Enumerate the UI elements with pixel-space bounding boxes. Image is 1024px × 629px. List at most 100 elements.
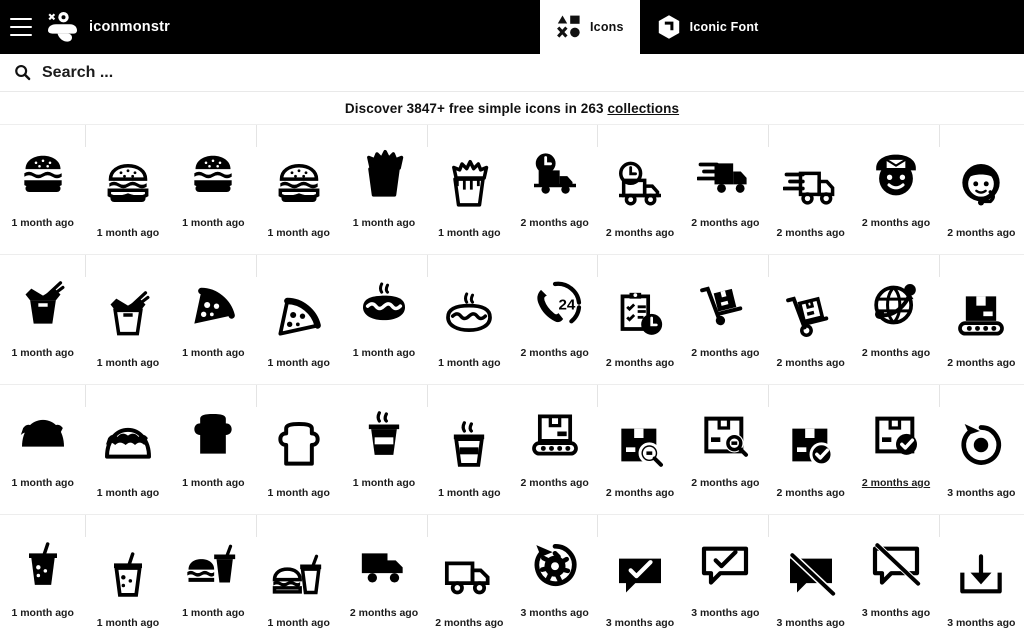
icon-date-label[interactable]: 2 months ago <box>691 477 759 489</box>
icon-cell[interactable]: 3 months ago <box>938 515 1024 629</box>
icon-cell[interactable]: 1 month ago <box>0 125 86 255</box>
tab-iconic-font[interactable]: Iconic Font <box>640 0 775 54</box>
icon-date-label[interactable]: 1 month ago <box>97 227 159 239</box>
icon-date-label[interactable]: 2 months ago <box>606 487 674 499</box>
icon-date-label[interactable]: 2 months ago <box>521 477 589 489</box>
icon-cell[interactable]: 1 month ago <box>170 385 256 515</box>
icon-date-label[interactable]: 3 months ago <box>606 617 674 629</box>
tab-icons[interactable]: Icons <box>540 0 640 54</box>
icon-date-label[interactable]: 2 months ago <box>606 357 674 369</box>
icon-date-label[interactable]: 3 months ago <box>947 617 1015 629</box>
icon-cell[interactable]: 2 months ago <box>597 255 683 385</box>
icon-date-label[interactable]: 1 month ago <box>353 477 415 489</box>
icon-date-label[interactable]: 2 months ago <box>777 487 845 499</box>
icon-cell[interactable]: 1 month ago <box>85 385 171 515</box>
icon-cell[interactable]: 2 months ago <box>853 255 939 385</box>
icon-cell[interactable]: 1 month ago <box>0 255 86 385</box>
icon-cell[interactable]: 2 months ago <box>426 515 512 629</box>
icon-cell[interactable]: 2 months ago <box>938 125 1024 255</box>
icon-date-label[interactable]: 2 months ago <box>691 217 759 229</box>
icon-date-label[interactable]: 3 months ago <box>521 607 589 619</box>
icon-cell[interactable]: 1 month ago <box>341 385 427 515</box>
icon-cell[interactable]: 1 month ago <box>85 515 170 629</box>
icon-date-label[interactable]: 3 months ago <box>862 607 930 619</box>
icon-cell[interactable]: 2 months ago <box>682 255 768 385</box>
icon-cell[interactable]: 1 month ago <box>256 385 342 515</box>
icon-date-label[interactable]: 1 month ago <box>11 217 73 229</box>
icon-date-label[interactable]: 1 month ago <box>182 607 244 619</box>
icon-cell[interactable]: 1 month ago <box>85 255 171 385</box>
icon-date-label[interactable]: 2 months ago <box>947 357 1015 369</box>
icon-date-label[interactable]: 1 month ago <box>97 617 159 629</box>
icon-cell[interactable]: 1 month ago <box>85 125 171 255</box>
icon-cell[interactable]: 1 month ago <box>171 515 256 629</box>
collections-link[interactable]: collections <box>607 101 679 116</box>
icon-cell[interactable]: 1 month ago <box>256 255 342 385</box>
search-input[interactable] <box>42 63 462 82</box>
icon-date-label[interactable]: 2 months ago <box>777 227 845 239</box>
icon-date-label[interactable]: 2 months ago <box>862 217 930 229</box>
icon-date-label[interactable]: 2 months ago <box>521 347 589 359</box>
icon-date-label[interactable]: 2 months ago <box>350 607 418 619</box>
hamburger-menu-icon[interactable] <box>10 18 32 36</box>
icon-cell[interactable]: 2 months ago <box>597 385 683 515</box>
icon-date-label[interactable]: 1 month ago <box>11 477 73 489</box>
icon-cell[interactable]: 1 month ago <box>0 385 86 515</box>
icon-cell[interactable]: 2 months ago <box>341 515 426 629</box>
icon-date-label[interactable]: 3 months ago <box>947 487 1015 499</box>
icon-date-label[interactable]: 1 month ago <box>438 227 500 239</box>
icon-cell[interactable]: 1 month ago <box>341 125 427 255</box>
icon-cell[interactable]: 3 months ago <box>938 385 1024 515</box>
icon-date-label[interactable]: 1 month ago <box>182 347 244 359</box>
icon-cell[interactable]: 2 months ago <box>853 125 939 255</box>
icon-cell[interactable]: 2 months ago <box>853 385 939 515</box>
brand-logo-link[interactable]: iconmonstr <box>46 11 170 43</box>
icon-date-label[interactable]: 1 month ago <box>182 477 244 489</box>
icon-cell[interactable]: 1 month ago <box>426 125 512 255</box>
icon-cell[interactable]: 24 2 months ago <box>512 255 598 385</box>
icon-cell[interactable]: 3 months ago <box>597 515 682 629</box>
icon-date-label[interactable]: 1 month ago <box>11 607 73 619</box>
icon-date-label[interactable]: 2 months ago <box>435 617 503 629</box>
icon-cell[interactable]: 1 month ago <box>170 125 256 255</box>
icon-cell[interactable]: 2 months ago <box>512 385 598 515</box>
icon-cell[interactable]: 1 month ago <box>170 255 256 385</box>
icon-cell[interactable]: 2 months ago <box>768 125 854 255</box>
icon-cell[interactable]: 1 month ago <box>426 255 512 385</box>
icon-cell[interactable]: 1 month ago <box>256 515 341 629</box>
icon-cell[interactable]: 3 months ago <box>768 515 853 629</box>
icon-cell[interactable]: 1 month ago <box>426 385 512 515</box>
icon-cell[interactable]: 2 months ago <box>682 385 768 515</box>
icon-date-label[interactable]: 1 month ago <box>267 487 329 499</box>
icon-cell[interactable]: 2 months ago <box>938 255 1024 385</box>
icon-date-label[interactable]: 2 months ago <box>862 347 930 359</box>
icon-cell[interactable]: 1 month ago <box>256 125 342 255</box>
icon-cell[interactable]: 2 months ago <box>768 255 854 385</box>
search-icon[interactable] <box>14 64 31 81</box>
icon-cell[interactable]: 3 months ago <box>853 515 938 629</box>
icon-date-label[interactable]: 2 months ago <box>777 357 845 369</box>
icon-date-label[interactable]: 2 months ago <box>606 227 674 239</box>
icon-date-label[interactable]: 1 month ago <box>438 487 500 499</box>
icon-date-label[interactable]: 1 month ago <box>11 347 73 359</box>
icon-date-label[interactable]: 3 months ago <box>777 617 845 629</box>
icon-date-label[interactable]: 1 month ago <box>353 217 415 229</box>
icon-date-label[interactable]: 1 month ago <box>97 487 159 499</box>
icon-date-label[interactable]: 2 months ago <box>947 227 1015 239</box>
icon-date-label[interactable]: 1 month ago <box>97 357 159 369</box>
icon-date-label[interactable]: 1 month ago <box>267 357 329 369</box>
icon-cell[interactable]: 1 month ago <box>341 255 427 385</box>
icon-date-label[interactable]: 3 months ago <box>691 607 759 619</box>
icon-date-label[interactable]: 1 month ago <box>353 347 415 359</box>
icon-cell[interactable]: 2 months ago <box>682 125 768 255</box>
icon-date-label[interactable]: 2 months ago <box>862 477 930 489</box>
icon-cell[interactable]: 2 months ago <box>512 125 598 255</box>
icon-cell[interactable]: 2 months ago <box>597 125 683 255</box>
icon-date-label[interactable]: 1 month ago <box>267 227 329 239</box>
icon-cell[interactable]: 3 months ago <box>512 515 597 629</box>
icon-cell[interactable]: 3 months ago <box>683 515 768 629</box>
icon-date-label[interactable]: 1 month ago <box>438 357 500 369</box>
icon-date-label[interactable]: 2 months ago <box>521 217 589 229</box>
icon-date-label[interactable]: 1 month ago <box>267 617 329 629</box>
icon-date-label[interactable]: 1 month ago <box>182 217 244 229</box>
